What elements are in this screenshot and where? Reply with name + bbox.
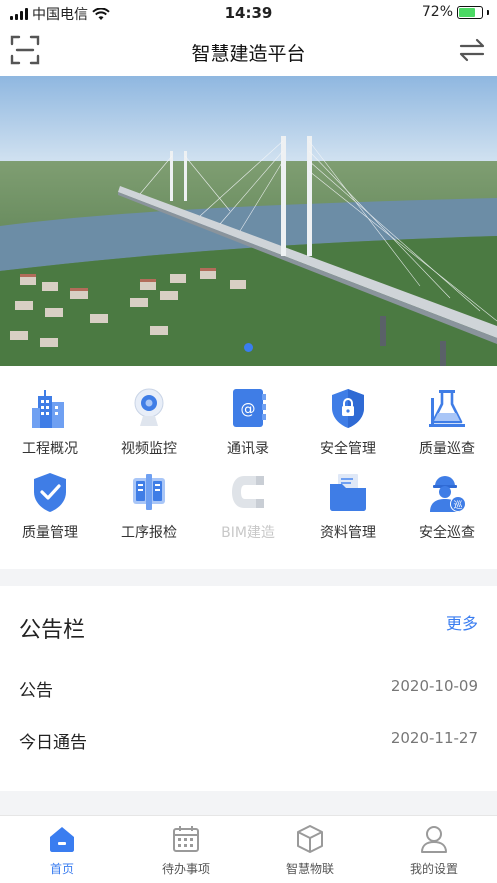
tab-label: 我的设置: [409, 862, 458, 876]
camera-icon: [134, 388, 164, 426]
bottom-tab-bar: 首页 待办事项 智慧物联 我的设置: [0, 815, 497, 883]
menu-label: 质量巡查: [419, 441, 475, 457]
bim-icon: [232, 476, 264, 508]
menu-label: 安全管理: [320, 441, 376, 457]
building-icon: [32, 390, 64, 428]
battery-icon: [457, 5, 483, 19]
cube-icon: [297, 825, 323, 853]
menu-item-project-overview[interactable]: 工程概况: [0, 372, 100, 457]
scan-icon[interactable]: [10, 35, 40, 65]
process-report-icon: [133, 474, 165, 510]
lock-shield-icon: [332, 389, 364, 428]
menu-label: 资料管理: [320, 525, 376, 541]
menu-label: 质量管理: [22, 525, 78, 541]
menu-item-bim[interactable]: BIM建造: [198, 456, 298, 541]
worker-icon: 巡: [430, 476, 466, 512]
notice-date: 2020-11-27: [390, 729, 478, 747]
check-shield-icon: [34, 473, 66, 512]
notice-date: 2020-10-09: [390, 677, 478, 695]
calendar-icon: [173, 826, 199, 852]
wifi-icon: [92, 7, 110, 20]
flask-icon: [429, 390, 465, 427]
menu-item-safety-inspection[interactable]: 巡 安全巡查: [397, 456, 497, 541]
menu-item-safety-management[interactable]: 安全管理: [298, 372, 398, 457]
menu-item-video-monitor[interactable]: 视频监控: [99, 372, 199, 457]
menu-item-process-report[interactable]: 工序报检: [99, 456, 199, 541]
menu-label: BIM建造: [221, 525, 275, 541]
svg-text:@: @: [241, 400, 256, 418]
folder-icon: [330, 474, 366, 511]
menu-label: 工序报检: [121, 525, 177, 541]
tab-label: 首页: [49, 862, 74, 876]
menu-label: 工程概况: [22, 441, 78, 457]
tab-label: 智慧物联: [285, 862, 334, 876]
menu-item-quality-inspection[interactable]: 质量巡查: [397, 372, 497, 457]
svg-text:巡: 巡: [453, 500, 462, 511]
status-bar: 中国电信 14:39 72%: [0, 0, 497, 26]
banner-carousel[interactable]: [0, 76, 497, 366]
user-icon: [421, 826, 447, 853]
header-bar: 智慧建造平台: [0, 26, 497, 76]
more-link[interactable]: 更多: [446, 610, 478, 634]
tab-home[interactable]: 首页: [0, 816, 124, 883]
notice-row[interactable]: 公告 2020-10-09: [0, 668, 497, 708]
notice-name: 今日通告: [19, 733, 87, 753]
battery-percent: 72%: [421, 4, 453, 20]
home-icon: [50, 827, 74, 852]
switch-arrows-icon[interactable]: [459, 37, 485, 63]
notice-name: 公告: [19, 681, 53, 701]
tab-todo[interactable]: 待办事项: [124, 816, 248, 883]
menu-item-document-management[interactable]: 资料管理: [298, 456, 398, 541]
bridge-photo: [0, 76, 497, 366]
notice-board: 公告栏 更多 公告 2020-10-09 今日通告 2020-11-27: [0, 586, 497, 791]
contacts-book-icon: @: [233, 389, 266, 427]
signal-icon: [10, 8, 28, 20]
carrier-info: 中国电信: [10, 4, 110, 24]
menu-label: 安全巡查: [419, 525, 475, 541]
menu-label: 视频监控: [121, 441, 177, 457]
notice-title: 公告栏: [19, 618, 86, 643]
notice-row[interactable]: 今日通告 2020-11-27: [0, 720, 497, 760]
battery-info: 72%: [422, 4, 489, 20]
menu-item-quality-management[interactable]: 质量管理: [0, 456, 100, 541]
menu-label: 通讯录: [227, 441, 269, 457]
carousel-indicator[interactable]: [244, 343, 253, 352]
tab-settings[interactable]: 我的设置: [372, 816, 496, 883]
carrier-name: 中国电信: [32, 7, 88, 23]
page-title: 智慧建造平台: [191, 43, 306, 65]
menu-item-contacts[interactable]: @ 通讯录: [198, 372, 298, 457]
tab-iot[interactable]: 智慧物联: [248, 816, 372, 883]
function-menu: 工程概况 视频监控 @ 通讯录 安全管理 质量巡查 质量管理 工序报检 BIM建…: [0, 366, 497, 569]
tab-label: 待办事项: [161, 862, 210, 876]
